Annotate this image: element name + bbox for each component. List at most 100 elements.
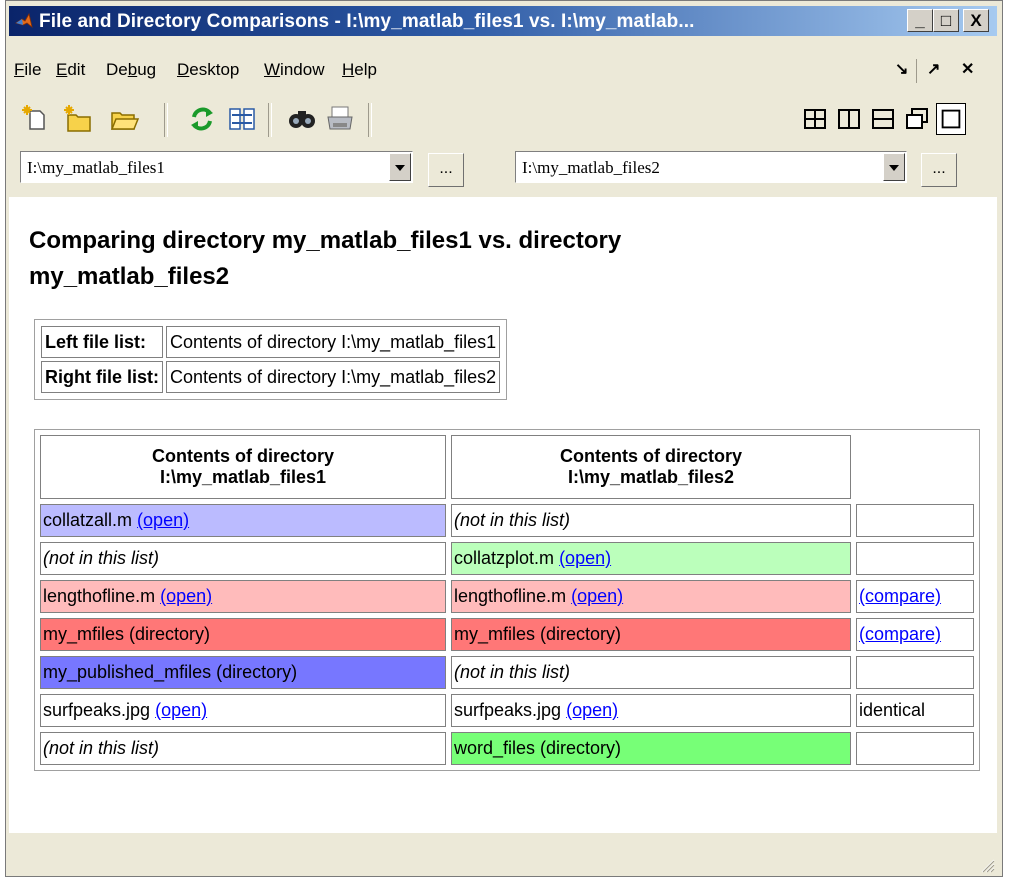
menu-file[interactable]: File bbox=[14, 60, 41, 80]
menu-help[interactable]: Help bbox=[342, 60, 377, 80]
legend-box: Left file list: Contents of directory I:… bbox=[34, 319, 508, 400]
close-icon: X bbox=[970, 11, 982, 30]
menu-window[interactable]: Window bbox=[264, 60, 324, 80]
right-file-name: (not in this list) bbox=[454, 510, 571, 530]
left-header-line2: I:\my_matlab_files1 bbox=[159, 467, 327, 487]
toolbar bbox=[6, 97, 1002, 145]
right-file-cell: collatzplot.m (open) bbox=[451, 542, 851, 575]
toolbar-separator bbox=[164, 103, 168, 137]
left-path-combo[interactable]: I:\my_matlab_files1 bbox=[20, 151, 413, 183]
window-title: File and Directory Comparisons - I:\my_m… bbox=[39, 11, 695, 32]
undock-icon[interactable]: ↗ bbox=[927, 59, 940, 79]
close-doc-icon[interactable]: ✕ bbox=[961, 59, 974, 79]
action-cell: (compare) bbox=[856, 618, 974, 651]
left-file-name: surfpeaks.jpg bbox=[43, 700, 151, 720]
title-bar[interactable]: File and Directory Comparisons - I:\my_m… bbox=[9, 6, 997, 36]
right-file-name: my_mfiles (directory) bbox=[454, 624, 622, 644]
menu-bar: File Edit Debug Desktop Window Help ↘ ↗ … bbox=[6, 55, 1002, 87]
comparison-table: Contents of directory I:\my_matlab_files… bbox=[34, 429, 980, 771]
float-icon[interactable] bbox=[902, 103, 932, 135]
left-open-link[interactable]: (open) bbox=[137, 510, 189, 530]
right-list-value: Contents of directory I:\my_matlab_files… bbox=[166, 361, 501, 393]
right-browse-button[interactable]: ... bbox=[921, 153, 957, 187]
menu-desktop[interactable]: Desktop bbox=[177, 60, 239, 80]
minimize-button[interactable]: _ bbox=[907, 9, 933, 32]
status-bar bbox=[9, 837, 997, 875]
toolbar-separator bbox=[268, 103, 272, 137]
minimize-icon: _ bbox=[915, 11, 925, 30]
tile-grid-icon[interactable] bbox=[800, 103, 830, 135]
right-file-name: word_files (directory) bbox=[454, 738, 622, 758]
right-open-link[interactable]: (open) bbox=[559, 548, 611, 568]
tile-columns-icon[interactable] bbox=[834, 103, 864, 135]
right-file-cell: lengthofline.m (open) bbox=[451, 580, 851, 613]
chevron-down-icon[interactable] bbox=[389, 153, 411, 181]
right-file-name: collatzplot.m bbox=[454, 548, 555, 568]
status-text: identical bbox=[859, 700, 926, 720]
maximize-layout-icon[interactable] bbox=[936, 103, 966, 135]
left-file-name: my_mfiles (directory) bbox=[43, 624, 211, 644]
left-file-cell: surfpeaks.jpg (open) bbox=[40, 694, 446, 727]
left-file-name: (not in this list) bbox=[43, 738, 160, 758]
left-list-value: Contents of directory I:\my_matlab_files… bbox=[166, 326, 501, 358]
print-icon[interactable] bbox=[324, 103, 356, 135]
right-path-value[interactable]: I:\my_matlab_files2 bbox=[522, 158, 660, 178]
action-cell: (compare) bbox=[856, 580, 974, 613]
report-heading: Comparing directory my_matlab_files1 vs.… bbox=[29, 227, 622, 290]
menu-edit[interactable]: Edit bbox=[56, 60, 85, 80]
compare-link[interactable]: (compare) bbox=[859, 624, 941, 644]
tile-rows-icon[interactable] bbox=[868, 103, 898, 135]
left-path-value[interactable]: I:\my_matlab_files1 bbox=[27, 158, 165, 178]
left-file-name: collatzall.m bbox=[43, 510, 133, 530]
right-column-header: Contents of directory I:\my_matlab_files… bbox=[451, 435, 851, 499]
left-file-cell: (not in this list) bbox=[40, 732, 446, 765]
right-file-cell: my_mfiles (directory) bbox=[451, 618, 851, 651]
left-open-link[interactable]: (open) bbox=[160, 586, 212, 606]
left-file-cell: (not in this list) bbox=[40, 542, 446, 575]
right-file-cell: (not in this list) bbox=[451, 656, 851, 689]
matlab-logo-icon bbox=[15, 13, 33, 29]
right-open-link[interactable]: (open) bbox=[566, 700, 618, 720]
right-path-combo[interactable]: I:\my_matlab_files2 bbox=[515, 151, 907, 183]
table-row: my_mfiles (directory) my_mfiles (director… bbox=[40, 618, 974, 651]
left-list-label: Left file list: bbox=[41, 326, 163, 358]
left-browse-button[interactable]: ... bbox=[428, 153, 464, 187]
action-cell: identical bbox=[856, 694, 974, 727]
left-file-name: (not in this list) bbox=[43, 548, 160, 568]
close-button[interactable]: X bbox=[963, 9, 989, 32]
toolbar-separator bbox=[368, 103, 372, 137]
table-row: (not in this list) word_files (directory) bbox=[40, 732, 974, 765]
refresh-icon[interactable] bbox=[186, 103, 218, 135]
new-file-icon[interactable] bbox=[20, 103, 52, 135]
action-cell bbox=[856, 732, 974, 765]
find-icon[interactable] bbox=[286, 103, 318, 135]
right-file-cell: word_files (directory) bbox=[451, 732, 851, 765]
right-file-cell: surfpeaks.jpg (open) bbox=[451, 694, 851, 727]
maximize-button[interactable]: □ bbox=[933, 9, 959, 32]
menu-debug[interactable]: Debug bbox=[106, 60, 156, 80]
dock-icon[interactable]: ↘ bbox=[895, 59, 908, 79]
right-open-link[interactable]: (open) bbox=[571, 586, 623, 606]
left-file-cell: my_mfiles (directory) bbox=[40, 618, 446, 651]
comparison-window: File and Directory Comparisons - I:\my_m… bbox=[5, 0, 1003, 877]
right-list-label: Right file list: bbox=[41, 361, 163, 393]
action-cell bbox=[856, 504, 974, 537]
new-folder-icon[interactable] bbox=[62, 103, 94, 135]
right-header-line1: Contents of directory bbox=[559, 446, 742, 466]
open-folder-icon[interactable] bbox=[108, 103, 140, 135]
maximize-icon: □ bbox=[940, 11, 952, 30]
table-header-row: Contents of directory I:\my_matlab_files… bbox=[40, 435, 974, 499]
resize-grip-icon[interactable] bbox=[979, 857, 995, 873]
left-header-line1: Contents of directory bbox=[151, 446, 334, 466]
left-file-name: lengthofline.m bbox=[43, 586, 156, 606]
action-column-header bbox=[856, 435, 974, 499]
left-file-name: my_published_mfiles (directory) bbox=[43, 662, 298, 682]
left-file-cell: my_published_mfiles (directory) bbox=[40, 656, 446, 689]
right-file-cell: (not in this list) bbox=[451, 504, 851, 537]
chevron-down-icon[interactable] bbox=[883, 153, 905, 181]
left-open-link[interactable]: (open) bbox=[155, 700, 207, 720]
swap-sides-icon[interactable] bbox=[226, 103, 258, 135]
right-header-line2: I:\my_matlab_files2 bbox=[567, 467, 735, 487]
compare-link[interactable]: (compare) bbox=[859, 586, 941, 606]
table-row: collatzall.m (open) (not in this list) bbox=[40, 504, 974, 537]
